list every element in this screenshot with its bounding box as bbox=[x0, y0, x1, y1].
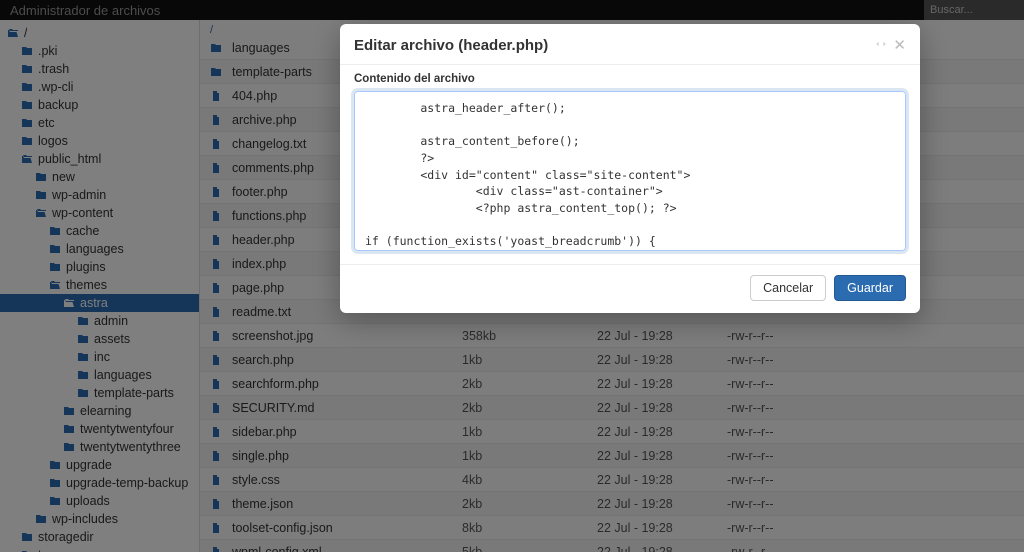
modal-header: Editar archivo (header.php) ✕ bbox=[340, 24, 920, 65]
expand-icon[interactable] bbox=[875, 38, 887, 53]
modal-footer: Cancelar Guardar bbox=[340, 264, 920, 313]
file-content-textarea[interactable] bbox=[354, 91, 906, 251]
save-button[interactable]: Guardar bbox=[834, 275, 906, 301]
modal-overlay[interactable]: Editar archivo (header.php) ✕ Contenido … bbox=[0, 0, 1024, 552]
content-label: Contenido del archivo bbox=[354, 73, 906, 85]
modal-tools: ✕ bbox=[875, 36, 906, 54]
modal-title: Editar archivo (header.php) bbox=[354, 37, 875, 54]
modal-body: Contenido del archivo bbox=[340, 65, 920, 264]
close-icon[interactable]: ✕ bbox=[893, 36, 906, 54]
cancel-button[interactable]: Cancelar bbox=[750, 275, 826, 301]
edit-file-modal: Editar archivo (header.php) ✕ Contenido … bbox=[340, 24, 920, 313]
